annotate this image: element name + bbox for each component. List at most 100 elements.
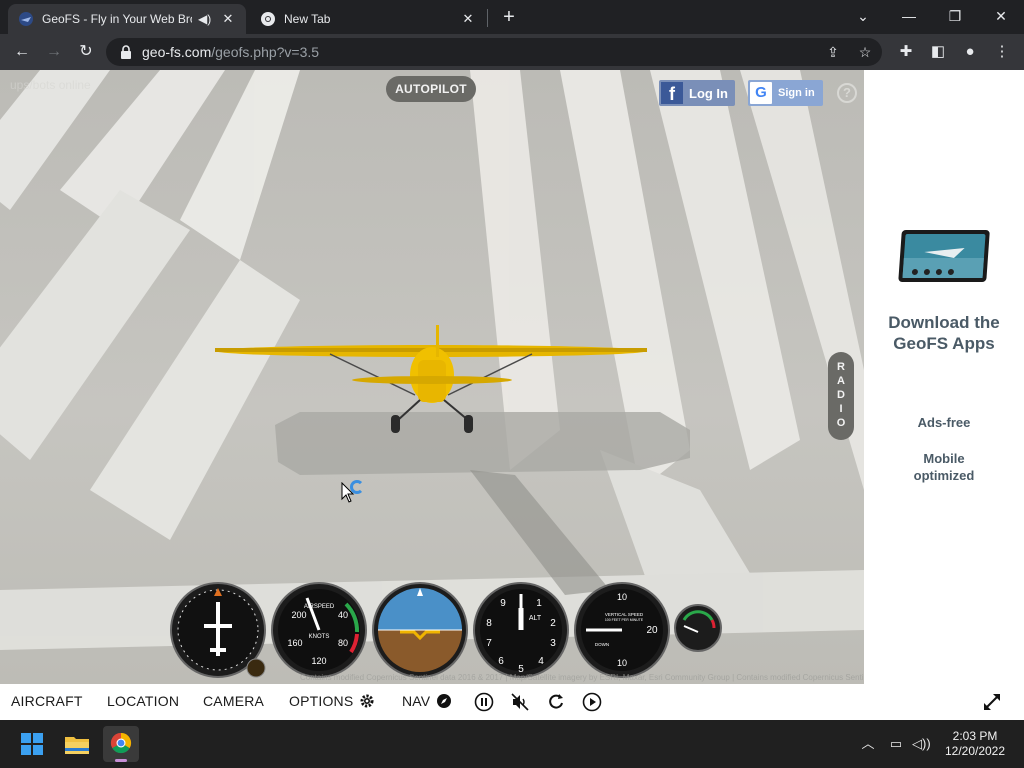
fullscreen-icon[interactable] [982,692,1002,712]
vs-down-label: DOWN [595,642,609,647]
play-icon[interactable] [582,692,602,712]
imagery-credits: Contains modified Copernicus Sentinel da… [300,673,864,682]
network-icon[interactable]: ▭ [888,736,904,752]
geofs-page: ups/bots online AUTOPILOT f Log In G Sig… [0,70,1024,720]
airspeed-tick: 40 [338,610,348,620]
ad-feature-mobile: Mobile optimized [913,451,975,483]
airspeed-tick: 160 [287,638,302,648]
side-panel-icon[interactable]: ◧ [929,43,947,61]
vs-tick: 10 [617,592,627,602]
close-window-button[interactable]: ✕ [986,4,1016,28]
gear-icon [360,694,374,708]
pause-icon[interactable] [474,692,494,712]
alt-tick: 7 [486,638,492,649]
ad-feature-ads-free: Ads-free [917,415,971,430]
windows-logo-icon [21,733,43,755]
restore-button[interactable]: ❐ [940,4,970,28]
mouse-cursor-icon [341,482,355,503]
address-bar[interactable]: geo-fs.com/geofs.php?v=3.5 ⇪ ☆ [106,38,882,66]
instrument-panel: AIRSPEED 200 40 160 80 120 KNOTS 9 1 8 2… [170,582,726,682]
radio-letter: R [837,361,845,373]
vs-label: VERTICAL SPEED [605,612,644,617]
google-signin-button[interactable]: G Sign in [748,80,823,106]
menu-camera[interactable]: CAMERA [203,693,264,709]
menu-aircraft[interactable]: AIRCRAFT [11,693,83,709]
url-text: geo-fs.com/geofs.php?v=3.5 [142,44,319,60]
url-host: geo-fs.com [142,44,212,60]
minimize-button[interactable]: — [894,4,924,28]
clock-date: 12/20/2022 [944,744,1006,758]
bookmark-star-icon[interactable]: ☆ [856,44,874,60]
system-clock[interactable]: 2:03 PM 12/20/2022 [940,729,1010,759]
close-tab-icon[interactable]: ✕ [220,11,236,27]
mute-icon[interactable] [510,692,530,712]
facebook-login-button[interactable]: f Log In [659,80,735,106]
tab-search-icon[interactable]: ⌄ [848,4,878,28]
active-app-indicator [115,759,127,762]
menu-kebab-icon[interactable]: ⋮ [993,43,1011,61]
chrome-taskbar-button[interactable] [103,726,139,762]
chrome-icon [261,12,275,26]
alt-tick: 2 [550,618,556,629]
help-button[interactable]: ? [837,83,857,103]
menu-location[interactable]: LOCATION [107,693,179,709]
alt-tick: 8 [486,618,492,629]
menu-options-label: OPTIONS [289,693,354,709]
sim-menu-bar: AIRCRAFT LOCATION CAMERA OPTIONS NAV [0,684,1024,720]
new-tab-button[interactable]: + [498,6,520,28]
forward-icon[interactable]: → [42,40,66,64]
tab-title: GeoFS - Fly in Your Web Browser [42,12,192,26]
extensions-icon[interactable]: ✚ [897,43,915,61]
windows-taskbar: ︿ ▭ ◁)) 2:03 PM 12/20/2022 [0,720,1024,768]
airspeed-tick: 120 [311,656,326,666]
vs-sub-label: 100 FEET PER MINUTE [605,618,644,622]
close-tab-icon[interactable]: ✕ [460,11,476,27]
alt-tick: 3 [550,638,556,649]
reload-icon[interactable]: ↻ [74,40,98,64]
alt-tick: 9 [500,598,506,609]
facebook-icon: f [661,82,683,104]
tab-new[interactable]: New Tab ✕ [250,4,486,34]
airspeed-tick: 80 [338,638,348,648]
vs-tick: 10 [617,658,627,668]
folder-icon [65,737,89,754]
heading-indicator [170,582,266,678]
app-ad-panel[interactable]: Download the GeoFS Apps Ads-free Mobile … [864,70,1024,684]
speaker-icon[interactable]: ◀) [198,12,214,26]
alt-tick: 1 [536,598,542,609]
radio-panel-toggle[interactable]: R A D I O [828,352,854,440]
start-button[interactable] [14,726,50,762]
show-hidden-icons-icon[interactable]: ︿ [860,736,876,752]
radio-letter: D [837,389,845,401]
reset-icon[interactable] [546,692,566,712]
airspeed-indicator: AIRSPEED 200 40 160 80 120 KNOTS [271,582,367,678]
lock-icon[interactable] [120,45,132,59]
rpm-gauge [674,604,722,652]
volume-icon[interactable]: ◁)) [912,736,931,752]
tab-title: New Tab [284,12,331,26]
share-icon[interactable]: ⇪ [824,44,842,60]
file-explorer-button[interactable] [59,726,95,762]
alt-tick: 6 [498,656,504,667]
facebook-login-label: Log In [689,85,728,101]
flight-view[interactable]: ups/bots online AUTOPILOT f Log In G Sig… [0,70,864,684]
altimeter: 9 1 8 2 7 3 6 4 5 ALT [473,582,569,678]
vs-tick: 20 [646,625,658,636]
geofs-favicon-icon [19,12,33,26]
chrome-icon [110,732,132,754]
back-icon[interactable]: ← [10,40,34,64]
tab-geofs[interactable]: GeoFS - Fly in Your Web Browser ◀) ✕ [8,4,246,34]
players-online-text: ups/bots online [10,78,91,92]
compass-icon [437,694,452,708]
menu-nav[interactable]: NAV [402,693,452,709]
autopilot-button[interactable]: AUTOPILOT [386,76,476,102]
google-icon: G [750,82,772,104]
tab-divider [487,9,488,27]
google-signin-label: Sign in [778,87,815,99]
airspeed-tick: 200 [291,610,306,620]
menu-options[interactable]: OPTIONS [289,693,375,709]
attitude-indicator [372,582,468,678]
profile-icon[interactable]: ● [961,43,979,61]
browser-toolbar: ← → ↻ geo-fs.com/geofs.php?v=3.5 ⇪ ☆ ✚ ◧… [0,34,1024,70]
alt-tick: 4 [538,656,544,667]
